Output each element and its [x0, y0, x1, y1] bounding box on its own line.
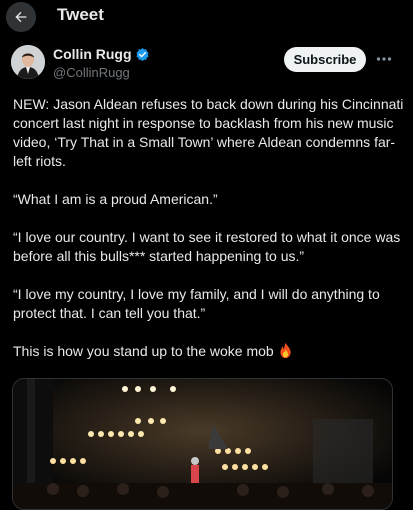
- tweet-paragraph: “What I am is a proud American.”: [13, 191, 218, 207]
- header-bar: Tweet: [0, 0, 413, 34]
- author-name[interactable]: Collin Rugg: [53, 46, 150, 62]
- tweet-paragraph-text: This is how you stand up to the woke mob: [13, 343, 274, 359]
- fire-emoji-icon: [280, 342, 291, 359]
- more-options-button[interactable]: [375, 50, 393, 68]
- more-options-icon: [376, 57, 392, 61]
- tweet-paragraph-last: This is how you stand up to the woke mob: [13, 342, 407, 361]
- author-name-text: Collin Rugg: [53, 46, 132, 62]
- back-button[interactable]: [6, 2, 36, 32]
- tweet-paragraph: “I love our country. I want to see it re…: [13, 229, 401, 264]
- subscribe-button[interactable]: Subscribe: [284, 47, 366, 72]
- video-thumbnail[interactable]: [12, 378, 393, 510]
- tweet-text: NEW: Jason Aldean refuses to back down d…: [13, 95, 407, 361]
- author-handle[interactable]: @CollinRugg: [53, 65, 130, 80]
- back-arrow-icon: [15, 11, 27, 23]
- page-title: Tweet: [57, 5, 104, 24]
- tweet-paragraph: “I love my country, I love my family, an…: [13, 286, 380, 321]
- verified-badge-icon: [135, 47, 149, 61]
- avatar[interactable]: [11, 45, 45, 79]
- tweet-paragraph: NEW: Jason Aldean refuses to back down d…: [13, 96, 404, 169]
